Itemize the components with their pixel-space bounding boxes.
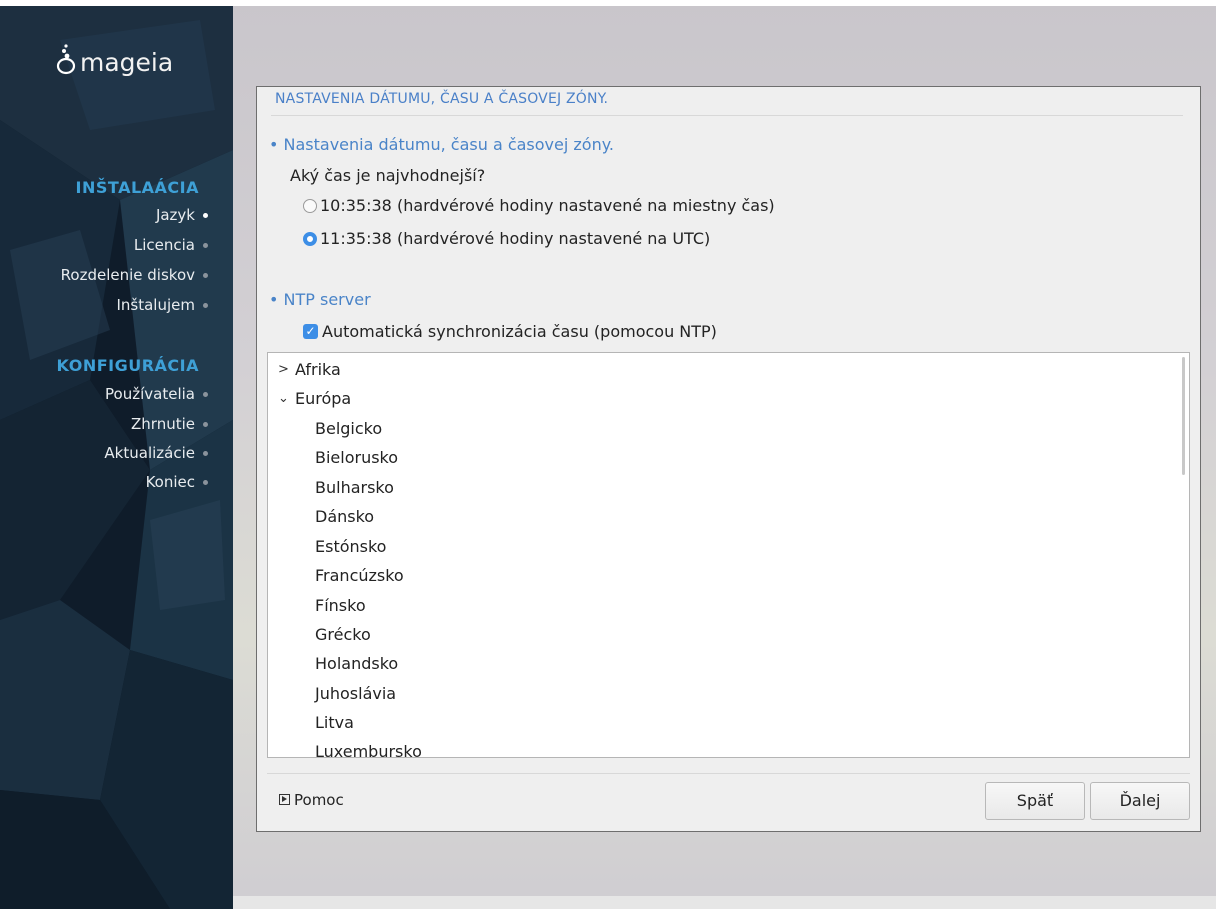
mageia-logo-icon	[56, 44, 76, 75]
step-label: Inštalujem	[116, 296, 195, 314]
tree-item-label: Afrika	[295, 360, 341, 379]
tree-item-africa[interactable]: > Afrika	[268, 355, 1168, 384]
tree-item-label: Bulharsko	[315, 478, 394, 497]
tree-item-label: Belgicko	[315, 419, 383, 438]
step-label: Rozdelenie diskov	[60, 266, 195, 284]
radio-label: 11:35:38 (hardvérové hodiny nastavené na…	[320, 229, 711, 248]
radio-checked-icon[interactable]	[303, 232, 317, 246]
tree-item-label: Holandsko	[315, 654, 399, 673]
step-dot-icon	[203, 243, 208, 248]
step-partitioning: Rozdelenie diskov	[60, 266, 208, 284]
chevron-down-icon[interactable]: ⌄	[278, 384, 290, 413]
step-users: Používatelia	[105, 385, 208, 403]
step-summary: Zhrnutie	[131, 415, 208, 433]
step-dot-icon	[203, 273, 208, 278]
tree-item-country[interactable]: Bielorusko	[268, 443, 1168, 472]
tree-item-country[interactable]: Fínsko	[268, 591, 1168, 620]
step-label: Používatelia	[105, 385, 195, 403]
step-label: Koniec	[145, 473, 195, 491]
sidebar: mageia INŠTALAÁCIA Jazyk Licencia Rozdel…	[0, 0, 233, 909]
datetime-section-heading: • Nastavenia dátumu, času a časovej zóny…	[269, 135, 614, 154]
timezone-tree[interactable]: > Afrika ⌄ Európa Belgicko Bielorusko Bu…	[267, 352, 1190, 758]
ntp-section-heading: • NTP server	[269, 290, 371, 309]
step-dot-icon	[203, 303, 208, 308]
tree-item-label: Estónsko	[315, 537, 387, 556]
step-label: Zhrnutie	[131, 415, 195, 433]
logo-text: mageia	[80, 48, 174, 77]
tree-item-label: Litva	[315, 713, 354, 732]
step-label: Licencia	[133, 236, 195, 254]
radio-label: 10:35:38 (hardvérové hodiny nastavené na…	[320, 196, 775, 215]
step-dot-icon	[203, 422, 208, 427]
tree-scrollbar[interactable]	[1182, 357, 1185, 475]
tree-item-label: Bielorusko	[315, 448, 399, 467]
step-finish: Koniec	[145, 473, 208, 491]
tree-item-label: Luxembursko	[315, 742, 422, 758]
tree-item-label: Európa	[295, 389, 352, 408]
ntp-checkbox-label: Automatická synchronizácia času (pomocou…	[322, 322, 717, 341]
tree-item-country[interactable]: Francúzsko	[268, 561, 1168, 590]
step-installing: Inštalujem	[116, 296, 208, 314]
section-title-installation: INŠTALAÁCIA	[75, 178, 199, 197]
next-button[interactable]: Ďalej	[1090, 782, 1190, 820]
step-label: Aktualizácie	[104, 444, 195, 462]
tree-item-country[interactable]: Luxembursko	[268, 737, 1168, 758]
step-dot-icon	[203, 451, 208, 456]
step-language: Jazyk	[155, 206, 208, 224]
back-button[interactable]: Späť	[985, 782, 1085, 820]
bottom-strip	[233, 896, 1216, 909]
tree-item-label: Fínsko	[315, 596, 366, 615]
help-label: Pomoc	[294, 791, 344, 809]
dialog-title: NASTAVENIA DÁTUMU, ČASU A ČASOVEJ ZÓNY.	[275, 91, 609, 107]
tree-item-country[interactable]: Grécko	[268, 620, 1168, 649]
radio-unchecked-icon[interactable]	[303, 199, 317, 213]
tree-item-country[interactable]: Bulharsko	[268, 473, 1168, 502]
top-strip	[0, 0, 1216, 6]
tree-item-label: Francúzsko	[315, 566, 404, 585]
step-label: Jazyk	[155, 206, 195, 224]
tree-item-label: Grécko	[315, 625, 371, 644]
step-license: Licencia	[133, 236, 208, 254]
tree-item-label: Juhoslávia	[315, 684, 397, 703]
checkbox-checked-icon[interactable]: ✓	[303, 324, 318, 339]
mageia-logo: mageia	[56, 42, 196, 82]
tree-item-country[interactable]: Holandsko	[268, 649, 1168, 678]
tree-item-country[interactable]: Juhoslávia	[268, 679, 1168, 708]
tree-item-country[interactable]: Litva	[268, 708, 1168, 737]
bottom-divider	[267, 773, 1190, 774]
title-divider	[271, 115, 1183, 116]
tree-item-country[interactable]: Estónsko	[268, 532, 1168, 561]
step-active-dot-icon	[203, 213, 208, 218]
tree-item-country[interactable]: Dánsko	[268, 502, 1168, 531]
tree-item-europe[interactable]: ⌄ Európa	[268, 384, 1168, 413]
step-dot-icon	[203, 392, 208, 397]
step-dot-icon	[203, 480, 208, 485]
tree-item-label: Dánsko	[315, 507, 375, 526]
expander-arrow-icon[interactable]	[279, 794, 290, 805]
timezone-dialog: NASTAVENIA DÁTUMU, ČASU A ČASOVEJ ZÓNY. …	[256, 86, 1201, 832]
section-title-configuration: KONFIGURÁCIA	[56, 356, 199, 375]
step-updates: Aktualizácie	[104, 444, 208, 462]
chevron-right-icon[interactable]: >	[278, 355, 290, 384]
time-question: Aký čas je najvhodnejší?	[290, 166, 486, 185]
tree-item-country[interactable]: Belgicko	[268, 414, 1168, 443]
